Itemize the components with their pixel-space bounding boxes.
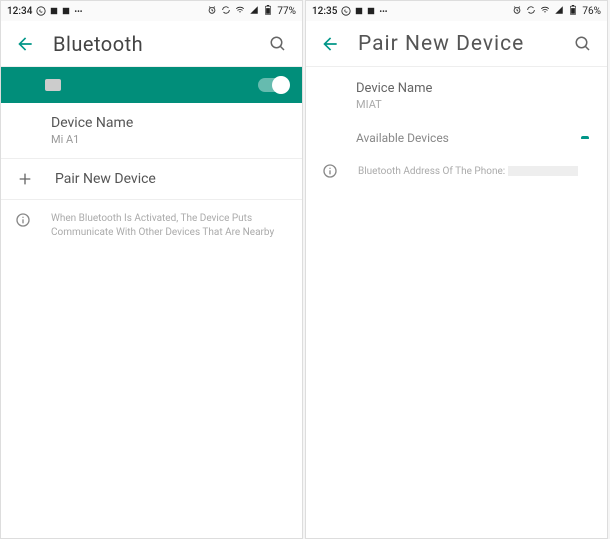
bluetooth-chip-icon: [45, 79, 61, 91]
address-label: Bluetooth Address Of The Phone:: [358, 166, 505, 177]
signal-icon: [554, 5, 564, 18]
available-devices-header: Available Devices: [306, 121, 607, 155]
bluetooth-address-row: Bluetooth Address Of The Phone:: [306, 155, 607, 187]
status-bar: 12:35 •••: [306, 1, 607, 21]
bluetooth-toggle[interactable]: [258, 78, 288, 92]
pair-label: Pair New Device: [55, 171, 156, 187]
alarm-icon: [207, 5, 217, 18]
battery-percent: 76%: [582, 6, 601, 17]
notification-icon-2: [62, 7, 70, 15]
app-bar: Pair New Device: [306, 21, 607, 67]
device-name-label: Device Name: [51, 115, 252, 131]
sync-icon: [526, 5, 536, 18]
status-right: 76%: [512, 5, 601, 18]
device-name-value: Mi A1: [51, 133, 252, 146]
info-text: When Bluetooth Is Activated, The Device …: [51, 212, 288, 240]
notification-icon: [355, 7, 363, 15]
pair-new-device-item[interactable]: Pair New Device: [1, 159, 302, 200]
plus-icon: [15, 171, 35, 187]
phone-right: 12:35 •••: [305, 0, 608, 539]
device-name-label: Device Name: [356, 81, 557, 96]
notification-dots: •••: [74, 7, 82, 16]
notification-dots: •••: [379, 7, 387, 16]
address-text: Bluetooth Address Of The Phone:: [358, 166, 578, 177]
whatsapp-icon: [341, 6, 351, 16]
device-name-item[interactable]: Device Name MIAT: [306, 67, 607, 121]
back-icon[interactable]: [320, 34, 340, 54]
search-icon[interactable]: [573, 34, 593, 54]
page-title: Pair New Device: [358, 32, 555, 56]
status-left: 12:34 •••: [7, 6, 82, 17]
info-icon: [320, 163, 340, 179]
sync-icon: [221, 5, 231, 18]
whatsapp-icon: [36, 6, 46, 16]
loading-spinner-icon: [581, 136, 589, 140]
battery-icon: [263, 5, 273, 18]
alarm-icon: [512, 5, 522, 18]
phone-left: 12:34 •••: [0, 0, 303, 539]
back-icon[interactable]: [15, 34, 35, 54]
available-label: Available Devices: [356, 131, 449, 145]
page-title: Bluetooth: [53, 32, 250, 56]
bluetooth-toggle-bar: [1, 67, 302, 103]
battery-percent: 77%: [277, 6, 296, 17]
wifi-icon: [235, 5, 245, 18]
wifi-icon: [540, 5, 550, 18]
status-time: 12:34: [7, 6, 32, 17]
signal-icon: [249, 5, 259, 18]
search-icon[interactable]: [268, 34, 288, 54]
status-right: 77%: [207, 5, 296, 18]
notification-icon: [50, 7, 58, 15]
notification-icon-2: [367, 7, 375, 15]
device-name-item[interactable]: Device Name Mi A1: [1, 103, 302, 159]
battery-icon: [568, 5, 578, 18]
address-redacted: [508, 166, 578, 176]
status-time: 12:35: [312, 6, 337, 17]
info-icon: [15, 212, 31, 228]
device-name-value: MIAT: [356, 98, 557, 111]
app-bar: Bluetooth: [1, 21, 302, 67]
status-left: 12:35 •••: [312, 6, 387, 17]
status-bar: 12:34 •••: [1, 1, 302, 21]
info-row: When Bluetooth Is Activated, The Device …: [1, 200, 302, 252]
